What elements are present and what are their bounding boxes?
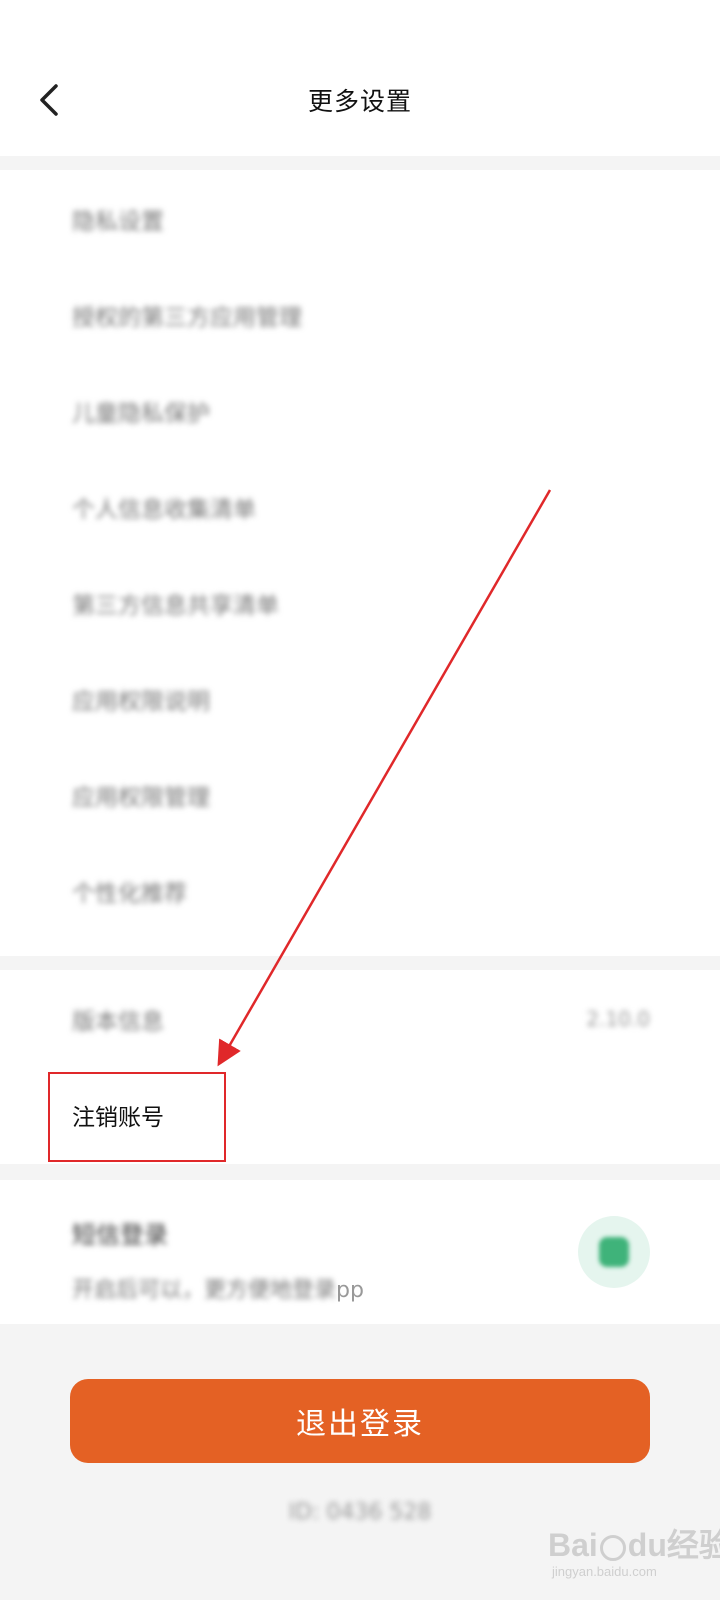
menu-item[interactable]: 应用权限管理 [0,746,720,844]
watermark-url: jingyan.baidu.com [552,1564,657,1579]
menu-item-label: 应用权限说明 [72,689,210,715]
paw-icon [599,1534,626,1561]
toggle-knob [599,1237,629,1267]
menu-item-label: 第三方信息共享清单 [72,593,279,619]
menu-item-label: 个人信息收集清单 [72,497,256,523]
setting-toggle[interactable] [578,1216,650,1288]
menu-item[interactable]: 第三方信息共享清单 [0,554,720,652]
menu-item[interactable]: 授权的第三方应用管理 [0,266,720,364]
version-label: 版本信息 [72,1009,164,1035]
version-row[interactable]: 版本信息 2.10.0 [0,970,720,1068]
setting-description-text: 开启后可以，更方便地登录 [72,1278,337,1303]
menu-item[interactable]: 儿童隐私保护 [0,362,720,460]
menu-item[interactable]: 隐私设置 [0,170,720,268]
version-value: 2.10.0 [586,1007,650,1031]
setting-description-tail: pp [336,1278,364,1303]
menu-item-label: 应用权限管理 [72,785,210,811]
menu-item[interactable]: 个人信息收集清单 [0,458,720,556]
annotation-highlight-box [48,1072,226,1162]
menu-item[interactable]: 应用权限说明 [0,650,720,748]
baidu-watermark: Bai du经验 jingyan.baidu.com [548,1520,720,1590]
page-title: 更多设置 [307,87,412,116]
setting-description: 开启后可以，更方便地登录pp [72,1272,364,1304]
menu-item-label: 隐私设置 [72,209,164,235]
menu-item-label: 儿童隐私保护 [72,401,210,427]
header: 更多设置 [0,0,720,156]
setting-title: 短信登录 [72,1221,168,1249]
menu-item-label: 个性化推荐 [72,881,187,907]
privacy-settings-list: 隐私设置 授权的第三方应用管理 儿童隐私保护 个人信息收集清单 第三方信息共享清… [0,170,720,956]
watermark-logo: Bai du经验 [548,1527,720,1563]
menu-item[interactable]: 个性化推荐 [0,842,720,940]
logout-button[interactable]: 退出登录 [70,1379,650,1463]
menu-item-label: 授权的第三方应用管理 [72,305,302,331]
